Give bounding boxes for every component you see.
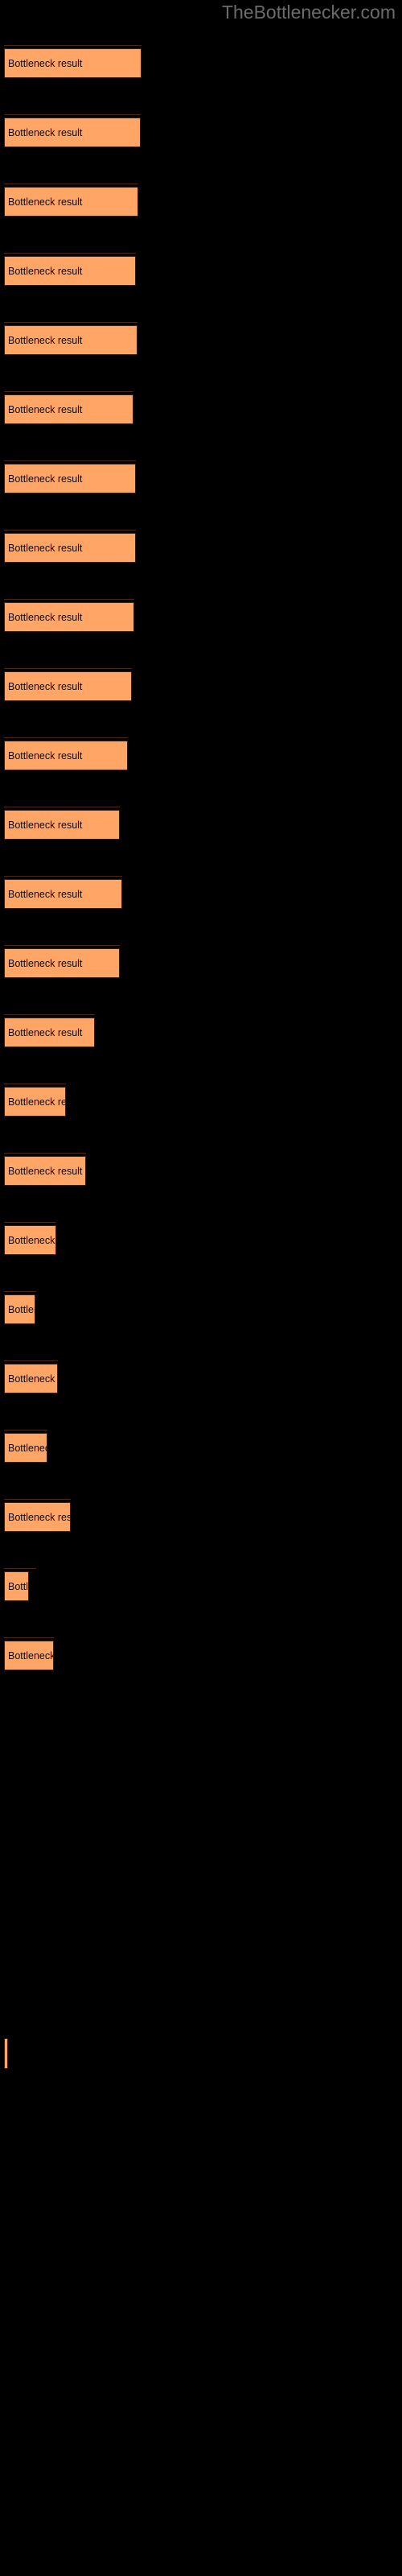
bar-label: Bottleneck result — [8, 542, 83, 554]
bar-3: Bottleneck result — [4, 187, 138, 217]
bar-8: Bottleneck result — [4, 533, 136, 563]
bar-label: Bottleneck result — [8, 680, 83, 692]
bar-top-tick — [4, 460, 136, 461]
bar-label: Bottleneck result — [8, 126, 83, 138]
bar-top-tick — [4, 945, 120, 946]
bar-label: Bottleneck result — [8, 749, 83, 762]
bar-top-tick — [4, 114, 141, 115]
bar-9: Bottleneck result — [4, 602, 134, 632]
bar-18: Bottleneck result — [4, 1225, 56, 1255]
bar-label: Bottleneck result — [8, 1442, 47, 1454]
bar-15: Bottleneck result — [4, 1018, 95, 1047]
bar-top-tick — [4, 668, 132, 669]
bar-top-tick — [4, 737, 128, 738]
bar-label: Bottleneck result — [8, 1165, 83, 1177]
bar-top-tick — [4, 1637, 54, 1638]
bar-label: Bottleneck result — [8, 1580, 29, 1592]
bar-24: Bottleneck result — [4, 1641, 54, 1670]
bar-label: Bottleneck result — [8, 403, 83, 415]
bar-11: Bottleneck result — [4, 741, 128, 770]
bar-7: Bottleneck result — [4, 464, 136, 493]
bar-14: Bottleneck result — [4, 948, 120, 978]
bar-label: Bottleneck result — [8, 1303, 35, 1315]
bar-6: Bottleneck result — [4, 394, 133, 424]
bar-top-tick — [4, 1360, 58, 1361]
bar-label: Bottleneck result — [8, 1373, 57, 1385]
bar-label: Bottleneck result — [8, 819, 83, 831]
bar-12: Bottleneck result — [4, 810, 120, 840]
bar-top-tick — [4, 45, 142, 46]
bar-top-tick — [4, 322, 137, 323]
bar-top-tick — [4, 1014, 95, 1015]
bottleneck-bar-chart: TheBottlenecker.com Bottleneck result Bot… — [0, 0, 402, 2576]
site-watermark: TheBottlenecker.com — [221, 2, 396, 23]
bar-top-tick — [4, 1499, 71, 1500]
bar-label: Bottleneck result — [8, 1096, 65, 1108]
bar-label: Bottleneck result — [8, 1649, 54, 1662]
bar-label: Bottleneck result — [8, 611, 83, 623]
bar-top-tick — [4, 599, 134, 600]
bar-label: Bottleneck result — [8, 196, 83, 208]
bar-top-tick — [4, 391, 133, 392]
bar-label: Bottleneck result — [8, 1234, 55, 1246]
bar-21: Bottleneck result — [4, 1433, 47, 1463]
bar-5: Bottleneck result — [4, 325, 137, 355]
bar-label: Bottleneck result — [8, 888, 83, 900]
bar-label: Bottleneck result — [8, 957, 83, 969]
bar-1: Bottleneck result — [4, 48, 142, 78]
bar-top-tick — [4, 1568, 36, 1569]
bar-17: Bottleneck result — [4, 1156, 86, 1186]
bar-tail — [4, 2038, 8, 2069]
bar-top-tick — [4, 253, 136, 254]
bar-label: Bottleneck result — [8, 473, 83, 485]
bar-label: Bottleneck result — [8, 265, 83, 277]
bar-22: Bottleneck result — [4, 1502, 71, 1532]
bar-label: Bottleneck result — [8, 57, 83, 69]
bar-top-tick — [4, 1153, 86, 1154]
bar-top-tick — [4, 876, 122, 877]
bar-label: Bottleneck result — [8, 334, 83, 346]
bar-label: Bottleneck result — [8, 1511, 71, 1523]
bar-19: Bottleneck result — [4, 1294, 35, 1324]
bar-23: Bottleneck result — [4, 1571, 29, 1601]
bar-16: Bottleneck result — [4, 1087, 66, 1117]
bar-10: Bottleneck result — [4, 671, 132, 701]
bar-2: Bottleneck result — [4, 118, 141, 147]
bar-13: Bottleneck result — [4, 879, 122, 909]
bar-top-tick — [4, 1291, 36, 1292]
bar-label: Bottleneck result — [8, 1026, 83, 1038]
bar-4: Bottleneck result — [4, 256, 136, 286]
bar-20: Bottleneck result — [4, 1364, 58, 1393]
bar-top-tick — [4, 1222, 56, 1223]
